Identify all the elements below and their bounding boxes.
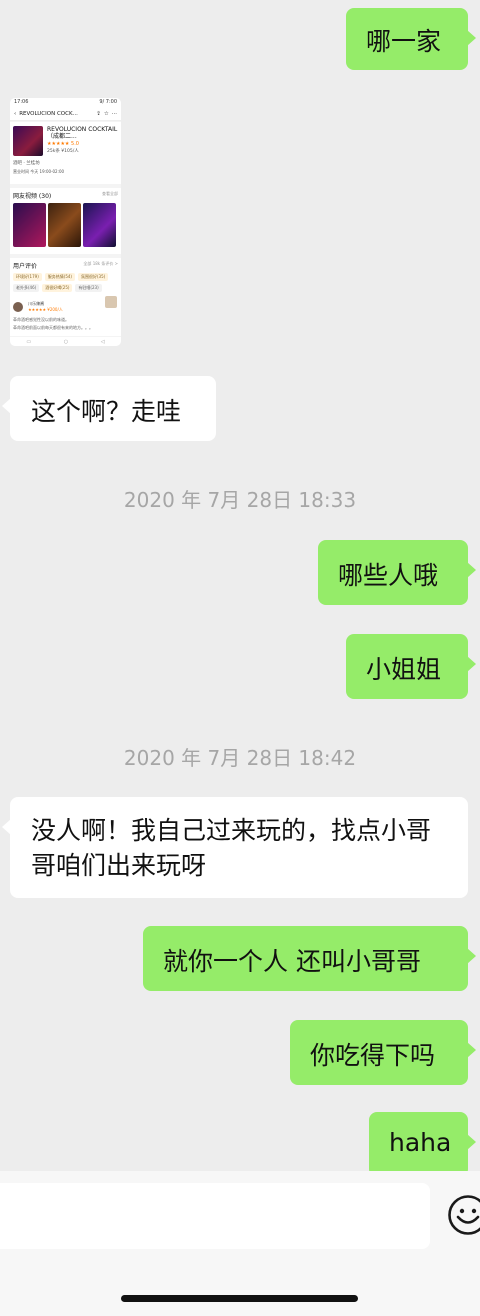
- thumb-chip: 氛围很好(35): [77, 273, 109, 281]
- message-text: 没人啊！我自己过来玩的，找点小哥哥咱们出来玩呀: [31, 816, 432, 880]
- message-bubble-out[interactable]: 哪些人哦: [318, 540, 476, 605]
- thumb-video-title: 网友视频 (30): [13, 193, 52, 200]
- thumb-nav-title: REVOLUCION COCK...: [19, 110, 78, 117]
- thumb-venue-poster: [13, 126, 43, 156]
- thumb-reviewer-price: ★★★★★ ¥200/人: [28, 306, 63, 312]
- thumb-hours: 营业时间 今天 19:00-02:00: [13, 169, 65, 174]
- thumb-venue-card: REVOLUCION COCKTAIL（成都二... ★★★★★ 5.0 25k…: [10, 122, 121, 184]
- thumb-nav-bar: ‹ REVOLUCION COCK... ⇪ ☆ ···: [10, 107, 121, 121]
- timestamp: 2020 年 7月 28日 18:42: [123, 746, 357, 770]
- thumb-review-title: 用户评价: [13, 263, 38, 270]
- message-bubble-out[interactable]: 你吃得下吗: [290, 1020, 476, 1085]
- bubble-tail: [467, 656, 476, 672]
- thumb-status-right: 9/ 7:00: [99, 99, 117, 105]
- message-text: 哪一家: [366, 27, 442, 56]
- thumb-rating: ★★★★★ 5.0: [47, 141, 79, 147]
- share-icon: ⇪: [96, 110, 101, 117]
- message-text: 哪些人哦: [338, 561, 439, 590]
- thumb-reviewer: 川乐辣酱: [28, 300, 45, 306]
- back-icon: ‹: [14, 110, 17, 117]
- message-text: 就你一个人 还叫小哥哥: [163, 947, 421, 976]
- bubble-tail: [467, 1042, 476, 1058]
- avatar: [13, 301, 23, 312]
- message-text: haha: [389, 1128, 452, 1157]
- thumb-review-photo: [105, 296, 117, 308]
- message-bubble-in[interactable]: 这个啊？走哇: [2, 376, 216, 441]
- smiley-icon[interactable]: [447, 1194, 480, 1236]
- thumb-chip: 酒很好喝(25): [42, 284, 73, 292]
- message-bubble-out[interactable]: 哪一家: [346, 8, 476, 70]
- thumb-android-nav: ▭ ○ ◁: [10, 337, 121, 346]
- bubble-tail: [467, 1134, 476, 1150]
- thumb-review-line: 革命酒吧感觉性没以前的味道。: [13, 317, 69, 322]
- message-text: 小姐姐: [366, 655, 442, 684]
- thumb-chip: 环境好(179): [13, 273, 42, 281]
- thumb-status-bar: 17:06 9/ 7:00: [10, 98, 121, 107]
- thumb-venue-name: REVOLUCION COCKTAIL（成都二...: [47, 126, 118, 140]
- home-indicator: [121, 1295, 358, 1302]
- thumb-review-line: 革命酒吧前面以前每天都很有来的地方。。。: [13, 325, 93, 330]
- bubble-tail: [2, 398, 11, 414]
- chat-input-bar: [0, 1171, 480, 1316]
- thumb-chip: 服务热情(54): [44, 273, 75, 281]
- message-input[interactable]: [0, 1183, 430, 1249]
- thumb-status-time: 17:06: [14, 99, 29, 105]
- thumb-video-section: 网友视频 (30) 查看全部: [10, 188, 121, 254]
- thumb-chip: 老外多(46): [13, 284, 40, 292]
- bubble-tail: [467, 30, 476, 46]
- timestamp: 2020 年 7月 28日 18:33: [123, 488, 357, 512]
- thumb-video-2: [48, 203, 81, 247]
- message-bubble-in[interactable]: 没人啊！我自己过来玩的，找点小哥哥咱们出来玩呀: [2, 797, 468, 898]
- message-text: 这个啊？走哇: [31, 397, 182, 426]
- shared-screenshot-image[interactable]: 17:06 9/ 7:00 ‹ REVOLUCION COCK... ⇪ ☆ ·…: [10, 98, 121, 346]
- thumb-chip: 有驻唱(23): [75, 284, 102, 292]
- thumb-video-3: [83, 203, 116, 247]
- thumb-price: 25k条 ¥105/人: [47, 149, 79, 154]
- message-bubble-out[interactable]: 就你一个人 还叫小哥哥: [143, 926, 476, 991]
- more-icon: ···: [111, 110, 117, 117]
- thumb-review-more: 全部 18k 条评价 >: [83, 261, 118, 266]
- star-icon: ☆: [103, 110, 109, 117]
- bubble-tail: [467, 948, 476, 964]
- thumb-tags: 酒吧 · 兰桂坊: [13, 161, 40, 166]
- thumb-review: 川乐辣酱 ★★★★★ ¥200/人 革命酒吧感觉性没以前的味道。 革命酒吧前面以前…: [10, 292, 121, 335]
- bubble-tail: [2, 819, 11, 835]
- message-bubble-out[interactable]: haha: [369, 1112, 476, 1177]
- bubble-tail: [467, 562, 476, 578]
- thumb-video-more: 查看全部: [102, 191, 118, 196]
- thumb-video-1: [13, 203, 46, 247]
- thumb-review-chips: 环境好(179) 服务热情(54) 氛围很好(35) 老外多(46) 酒很好喝(…: [10, 273, 121, 292]
- message-text: 你吃得下吗: [310, 1041, 436, 1070]
- thumb-review-section: 用户评价 全部 18k 条评价 > 环境好(179) 服务热情(54) 氛围很好(…: [10, 258, 121, 336]
- message-bubble-out[interactable]: 小姐姐: [346, 634, 476, 699]
